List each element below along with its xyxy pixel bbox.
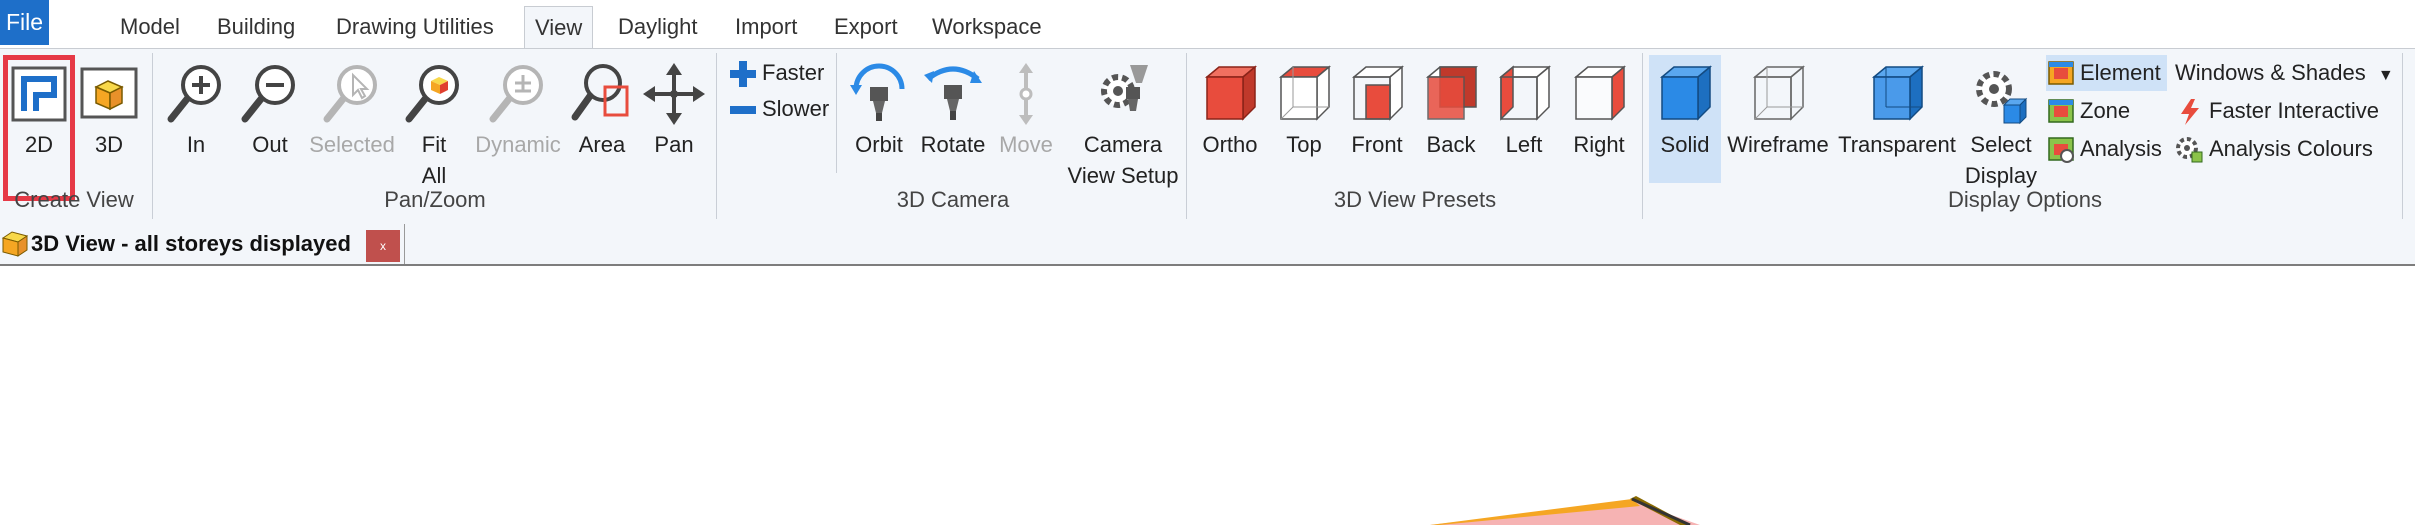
tab-workspace[interactable]: Workspace bbox=[922, 6, 1052, 48]
menu-bar: File Model Building Drawing Utilities Vi… bbox=[0, 0, 2415, 49]
cube-back-icon bbox=[1425, 66, 1479, 120]
separator bbox=[1642, 53, 1643, 219]
analysis-display-option[interactable]: Analysis bbox=[2046, 131, 2162, 167]
rotate-button[interactable]: Rotate bbox=[916, 55, 990, 195]
display-transparent-button[interactable]: Transparent bbox=[1835, 55, 1959, 195]
tab-view[interactable]: View bbox=[524, 6, 594, 49]
display-solid-button[interactable]: Solid bbox=[1649, 55, 1721, 183]
tab-model[interactable]: Model bbox=[110, 6, 190, 48]
building-model bbox=[1430, 496, 1700, 525]
separator bbox=[1186, 53, 1187, 219]
move-button[interactable]: Move bbox=[990, 55, 1062, 195]
separator bbox=[836, 53, 837, 173]
cube-transparent-icon bbox=[1871, 65, 1925, 121]
3d-box-icon bbox=[80, 67, 138, 119]
analysis-colours-option[interactable]: Analysis Colours bbox=[2175, 131, 2373, 167]
faster-interactive-option[interactable]: Faster Interactive bbox=[2175, 93, 2379, 129]
preset-right-button[interactable]: Right bbox=[1560, 55, 1638, 195]
document-tab-3d-view[interactable]: 3D View - all storeys displayed x bbox=[0, 224, 405, 264]
preset-left-button[interactable]: Left bbox=[1488, 55, 1560, 195]
cube-left-icon bbox=[1498, 65, 1552, 121]
3d-viewport[interactable] bbox=[0, 266, 2415, 525]
ribbon: 2D 3D Create View In Out Selected Fit Al… bbox=[0, 48, 2415, 224]
analysis-icon bbox=[2048, 137, 2074, 164]
rotate-camera-icon bbox=[924, 66, 982, 120]
cube-ortho-icon bbox=[1204, 65, 1258, 121]
document-tab-bar: 3D View - all storeys displayed x bbox=[0, 222, 2415, 266]
zoom-in-icon bbox=[167, 65, 221, 123]
view-3d-button[interactable]: 3D bbox=[76, 55, 142, 195]
cube-wireframe-icon bbox=[1752, 65, 1806, 121]
zoom-fit-all-icon bbox=[405, 65, 459, 123]
separator bbox=[2402, 53, 2403, 219]
camera-slower-button[interactable]: Slower bbox=[728, 91, 829, 127]
analysis-colours-gear-icon bbox=[2176, 137, 2203, 163]
move-vertical-icon bbox=[1019, 63, 1033, 125]
minus-icon bbox=[730, 106, 756, 115]
zoom-out-icon bbox=[241, 65, 295, 123]
display-gear-icon bbox=[1976, 71, 2028, 125]
element-display-option[interactable]: Element bbox=[2046, 55, 2167, 91]
zoom-fit-all-button[interactable]: Fit All bbox=[398, 55, 470, 195]
preset-back-button[interactable]: Back bbox=[1414, 55, 1488, 195]
tab-building[interactable]: Building bbox=[207, 6, 305, 48]
zoom-out-button[interactable]: Out bbox=[234, 55, 306, 195]
3d-view-icon bbox=[1, 231, 29, 257]
zoom-area-button[interactable]: Area bbox=[566, 55, 638, 195]
zoom-in-button[interactable]: In bbox=[160, 55, 232, 195]
display-wireframe-button[interactable]: Wireframe bbox=[1723, 55, 1833, 195]
chevron-down-icon: ▼ bbox=[2377, 67, 2394, 84]
camera-gear-icon bbox=[1101, 65, 1148, 111]
windows-shades-dropdown[interactable]: Windows & Shades ▼ bbox=[2175, 55, 2394, 91]
preset-top-button[interactable]: Top bbox=[1268, 55, 1340, 195]
group-label-create-view: Create View bbox=[14, 187, 134, 212]
zone-icon bbox=[2048, 99, 2074, 123]
element-icon bbox=[2048, 61, 2074, 85]
camera-faster-button[interactable]: Faster bbox=[728, 55, 824, 91]
tab-import[interactable]: Import bbox=[725, 6, 807, 48]
cube-solid-icon bbox=[1659, 65, 1713, 121]
group-label-pan-zoom: Pan/Zoom bbox=[384, 187, 486, 212]
preset-ortho-button[interactable]: Ortho bbox=[1192, 55, 1268, 195]
group-label-3d-camera: 3D Camera bbox=[896, 187, 1010, 212]
selection-highlight bbox=[3, 55, 75, 201]
zoom-selected-icon bbox=[323, 65, 377, 123]
zone-display-option[interactable]: Zone bbox=[2046, 93, 2130, 129]
separator bbox=[152, 53, 153, 219]
camera-view-setup-button[interactable]: Camera View Setup bbox=[1062, 55, 1184, 195]
lightning-icon bbox=[2181, 99, 2199, 126]
plus-icon bbox=[730, 61, 756, 88]
pan-button[interactable]: Pan bbox=[638, 55, 710, 195]
group-label-display-options: Display Options bbox=[1947, 187, 2103, 212]
zoom-selected-button[interactable]: Selected bbox=[306, 55, 398, 195]
close-tab-button[interactable]: x bbox=[366, 230, 400, 262]
orbit-camera-icon bbox=[850, 63, 905, 121]
separator bbox=[716, 53, 717, 219]
group-label-3d-view-presets: 3D View Presets bbox=[1333, 187, 1497, 212]
zoom-dynamic-button[interactable]: Dynamic bbox=[470, 55, 566, 195]
orbit-button[interactable]: Orbit bbox=[842, 55, 916, 195]
tab-export[interactable]: Export bbox=[824, 6, 908, 48]
preset-front-button[interactable]: Front bbox=[1340, 55, 1414, 195]
tab-drawing-utilities[interactable]: Drawing Utilities bbox=[326, 6, 504, 48]
zoom-area-icon bbox=[571, 64, 629, 121]
cube-top-icon bbox=[1278, 65, 1332, 121]
cube-right-icon bbox=[1573, 65, 1627, 121]
file-menu[interactable]: File bbox=[0, 0, 49, 45]
zoom-dynamic-icon bbox=[489, 65, 543, 123]
tab-daylight[interactable]: Daylight bbox=[608, 6, 707, 48]
select-display-button[interactable]: Select Display bbox=[1961, 55, 2041, 195]
pan-arrows-icon bbox=[643, 63, 705, 125]
cube-front-icon bbox=[1351, 65, 1405, 121]
